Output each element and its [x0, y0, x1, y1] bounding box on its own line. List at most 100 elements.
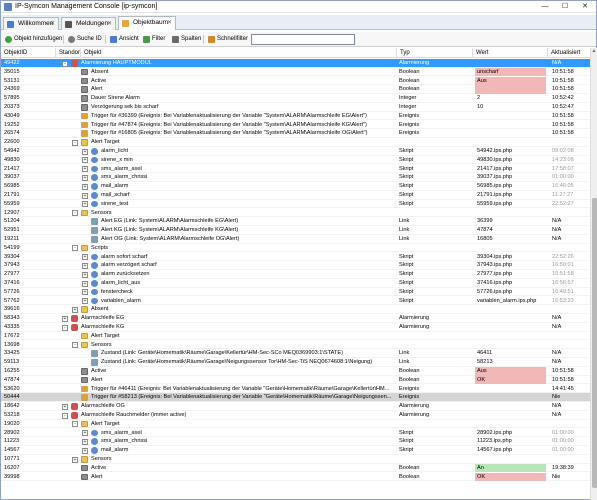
collapse-icon[interactable]: -: [62, 60, 68, 67]
tree-row[interactable]: 56985 + mail_alarm Skript 56985.ips.php 16:46…: [1, 182, 590, 191]
tree-row[interactable]: 22600 - Alert Target: [1, 138, 590, 147]
search-id-button[interactable]: Suche ID: [67, 34, 102, 45]
tab-meldungen[interactable]: Meldungen ✕: [61, 17, 116, 30]
tree-row[interactable]: 47874 Alert Boolean OK 10:51:58: [1, 375, 590, 385]
tree-row[interactable]: 21417 + sms_alarm_axel Skript 21417.ips.php 1…: [1, 165, 590, 174]
expand-icon[interactable]: +: [82, 183, 88, 190]
columns-button[interactable]: Spalten: [171, 34, 201, 45]
expand-icon[interactable]: +: [82, 298, 88, 305]
tree-row[interactable]: 17672 Alert Target: [1, 332, 590, 341]
tree-row[interactable]: 10771 + Sensors: [1, 455, 590, 464]
expand-icon[interactable]: +: [82, 280, 88, 287]
collapse-icon[interactable]: -: [72, 421, 78, 428]
tab-close-icon[interactable]: ✕: [107, 18, 112, 30]
column-header-id[interactable]: ObjektID: [1, 48, 56, 58]
tree-row[interactable]: 39616 + Absent: [1, 305, 590, 314]
expand-icon[interactable]: +: [82, 254, 88, 261]
tree-row[interactable]: 51204 Alert EG (Link: System\ALARM\Alarms…: [1, 217, 590, 226]
column-header-type[interactable]: Typ: [397, 48, 473, 58]
tree-row[interactable]: 43335 - Alarmschleife KG Alarmierung N/A: [1, 323, 590, 332]
tab-close-icon[interactable]: ✕: [50, 18, 55, 30]
expand-icon[interactable]: +: [82, 201, 88, 208]
tree-row[interactable]: 19252 Trigger für #47874 (Ereignis: Bei V…: [1, 121, 590, 130]
tree-row[interactable]: 54199 - Scripts: [1, 244, 590, 253]
tree-row[interactable]: 19211 Alert OG (Link: System\ALARM\Alarms…: [1, 235, 590, 244]
tree-row[interactable]: 20373 Verzögerung sek bis scharf Integer 10…: [1, 103, 590, 112]
tree-row[interactable]: 58343 + Alarmschleife EG Alarmierung N/A: [1, 314, 590, 323]
minimize-button[interactable]: —: [536, 1, 554, 12]
filter-button[interactable]: Filter: [142, 34, 165, 45]
expand-icon[interactable]: +: [82, 192, 88, 199]
tree-row[interactable]: 55959 + sirene_test Skript 55959.ips.php 22:5…: [1, 200, 590, 209]
expand-icon[interactable]: +: [82, 262, 88, 269]
tree-row[interactable]: 49422 - Alarmierung HAUPTMODUL Alarmierung N…: [1, 59, 590, 68]
column-header-object[interactable]: Objekt: [81, 48, 397, 58]
tree-row[interactable]: 12907 - Sensors: [1, 209, 590, 218]
tab-close-icon[interactable]: ✕: [167, 17, 172, 29]
collapse-icon[interactable]: -: [62, 324, 68, 331]
tree-row[interactable]: 35015 Absent Boolean unscharf 10:51:58: [1, 67, 590, 77]
column-header-value[interactable]: Wert: [473, 48, 548, 58]
tree-row[interactable]: 43049 Trigger für #36399 (Ereignis: Bei V…: [1, 112, 590, 121]
collapse-icon[interactable]: -: [72, 342, 78, 349]
expand-icon[interactable]: +: [82, 438, 88, 445]
tree-row[interactable]: 16207 Active Boolean An 19:38:39: [1, 463, 590, 473]
tree-row[interactable]: 39998 Alert Boolean OK Nie: [1, 472, 590, 482]
tree-row[interactable]: 14567 + mail_alarm Skript 14567.ips.php 01:00…: [1, 446, 590, 455]
expand-icon[interactable]: +: [72, 306, 78, 313]
tree-row[interactable]: 28902 + sms_alarm_axel Skript 28902.ips.php 0…: [1, 429, 590, 438]
column-header-updated[interactable]: Aktualisiert: [548, 48, 590, 58]
tree-row[interactable]: 39037 + sms_alarm_chrissi Skript 39037.ips.p…: [1, 173, 590, 182]
tree-row[interactable]: 53131 Active Boolean Aus 10:51:58: [1, 76, 590, 86]
expand-icon[interactable]: +: [82, 289, 88, 296]
collapse-icon[interactable]: -: [72, 210, 78, 217]
tree-row[interactable]: 13698 - Sensors: [1, 341, 590, 350]
tree-row[interactable]: 53218 - Alarmschleife Rauchmelder (immer a…: [1, 411, 590, 420]
tree-row[interactable]: 18642 + Alarmschleife OG Alarmierung N/A: [1, 402, 590, 411]
expand-icon[interactable]: +: [82, 271, 88, 278]
tree-row[interactable]: 57762 + variablen_alarm Skript variablen_ala…: [1, 297, 590, 306]
tree-row[interactable]: 57726 + fenstercheck Skript 57726.ips.php 16:…: [1, 288, 590, 297]
tree-row[interactable]: 11223 + sms_alarm_chrissi Skript 11223.ips.p…: [1, 437, 590, 446]
tree-row[interactable]: 19020 - Alert Target: [1, 420, 590, 429]
tree-row[interactable]: 21791 + mail_scharf Skript 21791.ips.php 11:2…: [1, 191, 590, 200]
tree-row[interactable]: 54942 + alarm_licht Skript 54942.ips.php 09:0…: [1, 147, 590, 156]
tree-row[interactable]: 39304 + alarm sofort scharf Skript 39304.ips…: [1, 253, 590, 262]
tree-row[interactable]: 37943 + alarm verzögert scharf Skript 37943.…: [1, 261, 590, 270]
tree-row[interactable]: 57895 Dauer Sirene Alarm Integer 2 10:52:42: [1, 94, 590, 103]
tree-row[interactable]: 27977 + alarm zurücksetzen Skript 27977.ips.…: [1, 270, 590, 279]
expand-icon[interactable]: +: [82, 166, 88, 173]
expand-icon[interactable]: +: [62, 315, 68, 322]
column-header-location[interactable]: Standort: [56, 48, 81, 58]
expand-icon[interactable]: +: [82, 148, 88, 155]
expand-icon[interactable]: +: [82, 157, 88, 164]
expand-icon[interactable]: +: [62, 403, 68, 410]
scrollbar-thumb[interactable]: [592, 198, 597, 488]
expand-icon[interactable]: +: [82, 430, 88, 437]
expand-icon[interactable]: +: [82, 447, 88, 454]
scroll-up-icon[interactable]: ▲: [591, 48, 597, 54]
tree-row[interactable]: 16255 Active Boolean Aus 10:51:58: [1, 367, 590, 376]
collapse-icon[interactable]: -: [72, 245, 78, 252]
collapse-icon[interactable]: -: [72, 139, 78, 146]
collapse-icon[interactable]: -: [62, 412, 68, 419]
tree-row[interactable]: 52951 Alert KG (Link: System\ALARM\Alarms…: [1, 226, 590, 235]
tree-row[interactable]: 53620 Trigger für #46411 (Ereignis: Bei V…: [1, 385, 590, 394]
tree-row[interactable]: 26574 Trigger für #16805 (Ereignis: Bei V…: [1, 129, 590, 138]
tree-row[interactable]: 33425 Zustand (Link: Geräte\Homematik\Räu…: [1, 349, 590, 358]
tree-row[interactable]: 49830 + sirene_x min Skript 49830.ips.php 14:…: [1, 156, 590, 165]
tree-row[interactable]: 24369 Alert Boolean 10:51:58: [1, 85, 590, 94]
expand-icon[interactable]: +: [82, 174, 88, 181]
expand-icon[interactable]: +: [72, 456, 78, 463]
tab-objektbaum[interactable]: Objektbaum ✕: [118, 16, 176, 30]
add-object-button[interactable]: Objekt hinzufügen: [4, 34, 62, 45]
tree-row[interactable]: 59113 Zustand (Link: Geräte\Homematik\Räu…: [1, 358, 590, 367]
close-window-button[interactable]: ✕: [576, 1, 594, 12]
tab-willkommen[interactable]: Willkommen ✕: [3, 17, 59, 30]
vertical-scrollbar[interactable]: ▲: [590, 48, 597, 500]
view-button[interactable]: Ansicht: [109, 34, 139, 45]
tree-row[interactable]: 37416 + alarm_licht_aus Skript 37416.ips.php…: [1, 279, 590, 288]
quickfilter-input[interactable]: [251, 34, 355, 45]
tree-row[interactable]: 50444 Trigger für #58213 (Ereignis: Bei V…: [1, 393, 590, 402]
maximize-button[interactable]: ☐: [556, 1, 574, 12]
